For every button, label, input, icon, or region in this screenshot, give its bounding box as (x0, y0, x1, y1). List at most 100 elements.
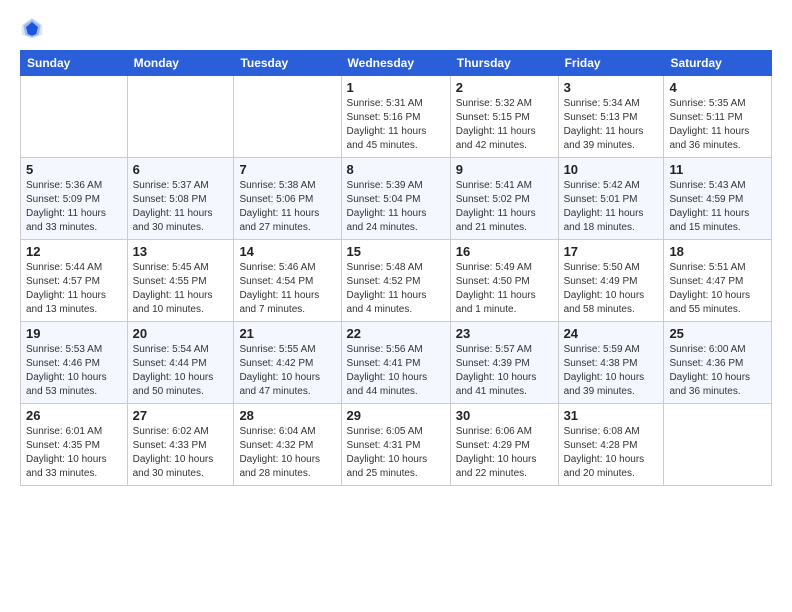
day-number: 23 (456, 326, 553, 341)
day-number: 12 (26, 244, 122, 259)
day-number: 22 (347, 326, 445, 341)
day-info: Sunrise: 6:05 AM Sunset: 4:31 PM Dayligh… (347, 425, 445, 481)
calendar-cell: 27 Sunrise: 6:02 AM Sunset: 4:33 PM Dayli… (127, 404, 234, 486)
day-number: 4 (669, 80, 766, 95)
calendar-cell: 3 Sunrise: 5:34 AM Sunset: 5:13 PM Daylig… (558, 76, 664, 158)
day-info: Sunrise: 5:56 AM Sunset: 4:41 PM Dayligh… (347, 343, 445, 399)
calendar-week-row: 19Sunrise: 5:53 AM Sunset: 4:46 PM Dayli… (21, 322, 772, 404)
calendar-cell: 2 Sunrise: 5:32 AM Sunset: 5:15 PM Daylig… (450, 76, 558, 158)
day-info: Sunrise: 5:38 AM Sunset: 5:06 PM Dayligh… (239, 179, 335, 235)
calendar-cell: 12 Sunrise: 5:44 AM Sunset: 4:57 PM Dayli… (21, 240, 128, 322)
calendar-cell: 20Sunrise: 5:54 AM Sunset: 4:44 PM Dayli… (127, 322, 234, 404)
day-number: 8 (347, 162, 445, 177)
calendar-cell: 21Sunrise: 5:55 AM Sunset: 4:42 PM Dayli… (234, 322, 341, 404)
calendar-cell: 9 Sunrise: 5:41 AM Sunset: 5:02 PM Daylig… (450, 158, 558, 240)
weekday-header: Wednesday (341, 51, 450, 76)
day-number: 27 (133, 408, 229, 423)
day-number: 31 (564, 408, 659, 423)
day-info: Sunrise: 6:02 AM Sunset: 4:33 PM Dayligh… (133, 425, 229, 481)
day-info: Sunrise: 5:57 AM Sunset: 4:39 PM Dayligh… (456, 343, 553, 399)
calendar-cell (127, 76, 234, 158)
weekday-header: Tuesday (234, 51, 341, 76)
calendar: SundayMondayTuesdayWednesdayThursdayFrid… (20, 50, 772, 486)
calendar-cell: 6 Sunrise: 5:37 AM Sunset: 5:08 PM Daylig… (127, 158, 234, 240)
day-number: 19 (26, 326, 122, 341)
day-number: 5 (26, 162, 122, 177)
day-info: Sunrise: 5:42 AM Sunset: 5:01 PM Dayligh… (564, 179, 659, 235)
day-number: 24 (564, 326, 659, 341)
day-info: Sunrise: 5:37 AM Sunset: 5:08 PM Dayligh… (133, 179, 229, 235)
calendar-week-row: 12 Sunrise: 5:44 AM Sunset: 4:57 PM Dayli… (21, 240, 772, 322)
calendar-cell (234, 76, 341, 158)
calendar-cell: 4Sunrise: 5:35 AM Sunset: 5:11 PM Daylig… (664, 76, 772, 158)
calendar-cell: 16Sunrise: 5:49 AM Sunset: 4:50 PM Dayli… (450, 240, 558, 322)
calendar-cell: 13 Sunrise: 5:45 AM Sunset: 4:55 PM Dayli… (127, 240, 234, 322)
calendar-cell: 11 Sunrise: 5:43 AM Sunset: 4:59 PM Dayli… (664, 158, 772, 240)
day-info: Sunrise: 5:54 AM Sunset: 4:44 PM Dayligh… (133, 343, 229, 399)
day-info: Sunrise: 5:43 AM Sunset: 4:59 PM Dayligh… (669, 179, 766, 235)
day-info: Sunrise: 5:44 AM Sunset: 4:57 PM Dayligh… (26, 261, 122, 317)
day-number: 7 (239, 162, 335, 177)
day-info: Sunrise: 5:41 AM Sunset: 5:02 PM Dayligh… (456, 179, 553, 235)
logo-icon (20, 16, 44, 40)
day-number: 25 (669, 326, 766, 341)
calendar-week-row: 26 Sunrise: 6:01 AM Sunset: 4:35 PM Dayli… (21, 404, 772, 486)
weekday-header: Friday (558, 51, 664, 76)
day-number: 2 (456, 80, 553, 95)
weekday-header-row: SundayMondayTuesdayWednesdayThursdayFrid… (21, 51, 772, 76)
day-info: Sunrise: 5:32 AM Sunset: 5:15 PM Dayligh… (456, 97, 553, 153)
calendar-cell: 10 Sunrise: 5:42 AM Sunset: 5:01 PM Dayli… (558, 158, 664, 240)
day-number: 11 (669, 162, 766, 177)
calendar-cell: 25 Sunrise: 6:00 AM Sunset: 4:36 PM Dayli… (664, 322, 772, 404)
calendar-week-row: 5 Sunrise: 5:36 AM Sunset: 5:09 PM Daylig… (21, 158, 772, 240)
calendar-cell: 22 Sunrise: 5:56 AM Sunset: 4:41 PM Dayli… (341, 322, 450, 404)
calendar-cell: 28 Sunrise: 6:04 AM Sunset: 4:32 PM Dayli… (234, 404, 341, 486)
day-info: Sunrise: 5:49 AM Sunset: 4:50 PM Dayligh… (456, 261, 553, 317)
calendar-cell: 24 Sunrise: 5:59 AM Sunset: 4:38 PM Dayli… (558, 322, 664, 404)
day-info: Sunrise: 6:01 AM Sunset: 4:35 PM Dayligh… (26, 425, 122, 481)
calendar-cell: 17Sunrise: 5:50 AM Sunset: 4:49 PM Dayli… (558, 240, 664, 322)
calendar-cell: 30 Sunrise: 6:06 AM Sunset: 4:29 PM Dayli… (450, 404, 558, 486)
calendar-cell: 29 Sunrise: 6:05 AM Sunset: 4:31 PM Dayli… (341, 404, 450, 486)
day-info: Sunrise: 5:39 AM Sunset: 5:04 PM Dayligh… (347, 179, 445, 235)
day-info: Sunrise: 6:00 AM Sunset: 4:36 PM Dayligh… (669, 343, 766, 399)
day-number: 6 (133, 162, 229, 177)
calendar-cell: 19Sunrise: 5:53 AM Sunset: 4:46 PM Dayli… (21, 322, 128, 404)
page-header (20, 16, 772, 40)
calendar-cell (21, 76, 128, 158)
day-info: Sunrise: 5:45 AM Sunset: 4:55 PM Dayligh… (133, 261, 229, 317)
day-number: 3 (564, 80, 659, 95)
day-info: Sunrise: 5:55 AM Sunset: 4:42 PM Dayligh… (239, 343, 335, 399)
day-info: Sunrise: 5:34 AM Sunset: 5:13 PM Dayligh… (564, 97, 659, 153)
day-number: 9 (456, 162, 553, 177)
calendar-cell: 7 Sunrise: 5:38 AM Sunset: 5:06 PM Daylig… (234, 158, 341, 240)
calendar-cell: 31 Sunrise: 6:08 AM Sunset: 4:28 PM Dayli… (558, 404, 664, 486)
calendar-cell: 5 Sunrise: 5:36 AM Sunset: 5:09 PM Daylig… (21, 158, 128, 240)
calendar-cell: 15 Sunrise: 5:48 AM Sunset: 4:52 PM Dayli… (341, 240, 450, 322)
day-number: 15 (347, 244, 445, 259)
calendar-cell: 18Sunrise: 5:51 AM Sunset: 4:47 PM Dayli… (664, 240, 772, 322)
day-info: Sunrise: 6:08 AM Sunset: 4:28 PM Dayligh… (564, 425, 659, 481)
day-number: 28 (239, 408, 335, 423)
calendar-cell: 26 Sunrise: 6:01 AM Sunset: 4:35 PM Dayli… (21, 404, 128, 486)
day-info: Sunrise: 5:36 AM Sunset: 5:09 PM Dayligh… (26, 179, 122, 235)
day-number: 13 (133, 244, 229, 259)
day-number: 10 (564, 162, 659, 177)
calendar-week-row: 1 Sunrise: 5:31 AM Sunset: 5:16 PM Daylig… (21, 76, 772, 158)
day-number: 26 (26, 408, 122, 423)
day-number: 1 (347, 80, 445, 95)
day-info: Sunrise: 5:46 AM Sunset: 4:54 PM Dayligh… (239, 261, 335, 317)
day-info: Sunrise: 6:04 AM Sunset: 4:32 PM Dayligh… (239, 425, 335, 481)
day-number: 17 (564, 244, 659, 259)
day-number: 30 (456, 408, 553, 423)
day-number: 29 (347, 408, 445, 423)
calendar-cell: 8 Sunrise: 5:39 AM Sunset: 5:04 PM Daylig… (341, 158, 450, 240)
day-info: Sunrise: 5:31 AM Sunset: 5:16 PM Dayligh… (347, 97, 445, 153)
day-info: Sunrise: 5:48 AM Sunset: 4:52 PM Dayligh… (347, 261, 445, 317)
calendar-cell: 14 Sunrise: 5:46 AM Sunset: 4:54 PM Dayli… (234, 240, 341, 322)
weekday-header: Sunday (21, 51, 128, 76)
logo (20, 16, 48, 40)
day-info: Sunrise: 5:59 AM Sunset: 4:38 PM Dayligh… (564, 343, 659, 399)
day-number: 14 (239, 244, 335, 259)
day-info: Sunrise: 6:06 AM Sunset: 4:29 PM Dayligh… (456, 425, 553, 481)
